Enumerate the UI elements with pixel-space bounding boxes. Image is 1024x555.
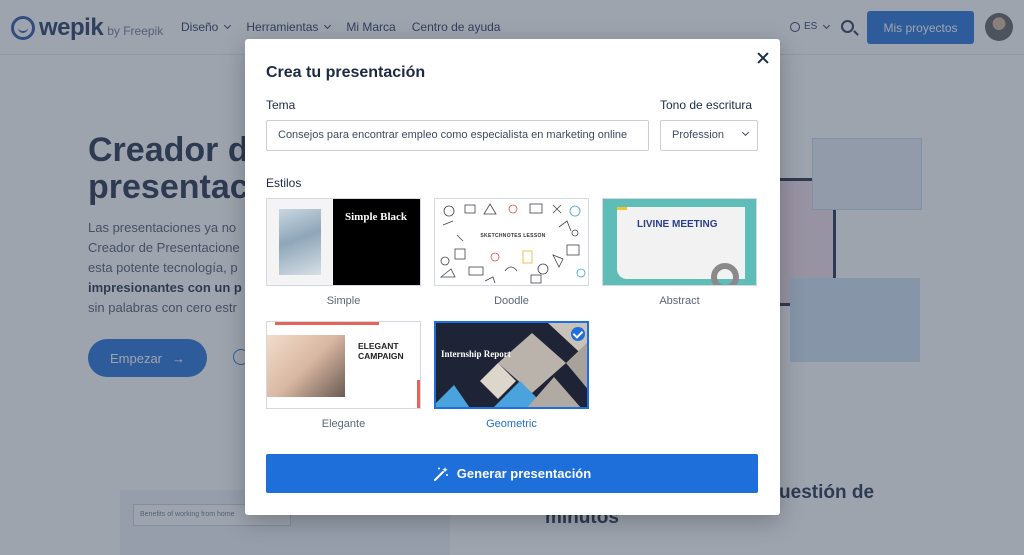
thumbnail-accent-bar [617,207,627,210]
thumbnail-elegante: ELEGANT CAMPAIGN [267,322,420,408]
style-card-abstract[interactable]: LIVINE MEETING [602,198,757,286]
style-card-elegante[interactable]: ELEGANT CAMPAIGN [266,321,421,409]
thumbnail-accent-line [275,322,379,325]
style-card-doodle[interactable]: SKETCHNOTES LESSON [434,198,589,286]
thumbnail-photo [279,209,321,275]
magic-wand-icon [433,466,448,481]
thumbnail-title: Simple Black [345,211,408,223]
style-name-simple[interactable]: Simple [266,295,421,307]
style-card-simple[interactable]: Simple Black [266,198,421,286]
style-name-doodle[interactable]: Doodle [434,295,589,307]
style-name-abstract[interactable]: Abstract [602,295,757,307]
thumbnail-title: Internship Report [441,349,511,359]
topic-input[interactable]: Consejos para encontrar empleo como espe… [266,120,649,151]
generate-presentation-button[interactable]: Generar presentación [266,454,758,493]
thumbnail-doodle: SKETCHNOTES LESSON [435,199,588,285]
tone-label: Tono de escritura [660,98,753,112]
style-name-elegante[interactable]: Elegante [266,418,421,430]
modal-title: Crea tu presentación [266,64,426,81]
styles-label: Estilos [266,176,302,190]
doodle-pattern [439,203,586,284]
style-name-geometric[interactable]: Geometric [434,418,589,430]
create-presentation-modal: Crea tu presentación Tema Consejos para … [245,39,780,515]
generate-button-label: Generar presentación [456,466,592,481]
topic-label: Tema [266,98,296,112]
geometric-shapes [436,323,587,407]
style-card-geometric[interactable]: Internship Report [434,321,589,409]
tone-value: Profession [672,129,724,141]
thumbnail-title: LIVINE MEETING [637,219,718,230]
thumbnail-title: SKETCHNOTES LESSON [475,231,551,242]
close-icon[interactable] [753,48,773,68]
thumbnail-geometric: Internship Report [436,323,587,407]
thumbnail-ring-shape [711,263,739,285]
chevron-down-icon [741,128,750,137]
thumbnail-abstract: LIVINE MEETING [603,199,756,285]
check-icon [571,327,585,341]
thumbnail-accent-strip [417,380,420,408]
thumbnail-title: ELEGANT CAMPAIGN [358,341,404,361]
thumbnail-photo [267,335,345,397]
tone-select[interactable]: Profession [660,120,758,151]
